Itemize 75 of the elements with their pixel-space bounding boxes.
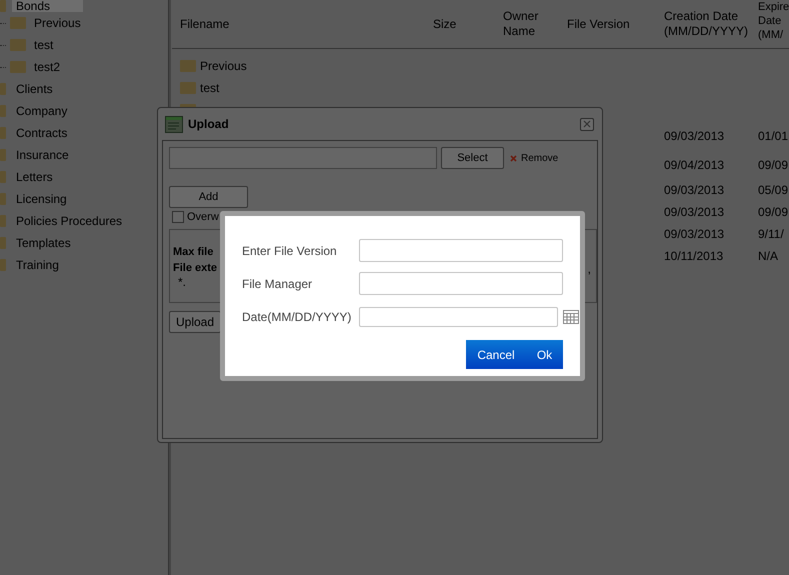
close-icon[interactable] bbox=[580, 118, 594, 130]
field-label: Enter File Version bbox=[242, 244, 338, 258]
sidebar-item[interactable]: Company bbox=[12, 105, 72, 117]
table-cell: 10/11/2013 bbox=[664, 249, 724, 263]
file-field[interactable] bbox=[169, 147, 437, 169]
field-label: File Manager bbox=[242, 276, 314, 290]
folder-icon bbox=[0, 193, 6, 205]
sidebar-item[interactable]: Previous bbox=[30, 17, 85, 29]
folder-icon bbox=[0, 149, 6, 161]
table-cell: 09/03/2013 bbox=[664, 227, 724, 241]
table-cell: 09/03/2013 bbox=[664, 128, 724, 142]
column-header[interactable]: Creation Date (MM/DD/YYYY) bbox=[656, 0, 754, 48]
folder-icon bbox=[180, 82, 196, 94]
table-cell: 09/04/2013 bbox=[664, 158, 724, 172]
upload-button[interactable]: Upload bbox=[169, 311, 221, 333]
sidebar-item[interactable]: Insurance bbox=[12, 149, 73, 161]
folder-icon bbox=[0, 83, 6, 95]
select-button[interactable]: Select bbox=[441, 147, 504, 169]
folder-icon bbox=[0, 171, 6, 183]
folder-icon bbox=[0, 215, 6, 227]
calendar-icon[interactable] bbox=[563, 310, 579, 324]
folder-icon bbox=[0, 127, 6, 139]
info-text: Max file bbox=[173, 245, 214, 260]
info-text: *. bbox=[177, 276, 186, 288]
folder-icon bbox=[10, 39, 26, 51]
folder-icon bbox=[0, 0, 6, 12]
sidebar-item[interactable]: Bonds bbox=[12, 0, 83, 12]
cancel-button[interactable]: Cancel bbox=[466, 340, 526, 369]
table-cell[interactable]: test bbox=[200, 81, 220, 95]
field-label: Date(MM/DD/YYYY) bbox=[242, 310, 352, 324]
sidebar-item[interactable]: Clients bbox=[12, 83, 57, 95]
date-field[interactable] bbox=[359, 306, 558, 326]
folder-icon bbox=[180, 60, 196, 72]
sidebar-item[interactable]: Templates bbox=[12, 237, 75, 249]
info-text: File exte bbox=[173, 261, 218, 276]
checkbox-label: Overw bbox=[187, 211, 219, 223]
table-cell: 09/09 bbox=[758, 205, 788, 219]
info-text: , bbox=[588, 262, 591, 276]
tree-connector bbox=[0, 44, 6, 46]
sidebar-item[interactable]: Policies Procedures bbox=[12, 215, 126, 227]
sidebar-item[interactable]: Licensing bbox=[12, 193, 71, 205]
text-field[interactable] bbox=[359, 272, 563, 295]
table-cell: 09/09 bbox=[758, 158, 788, 172]
sidebar-item[interactable]: Training bbox=[12, 259, 63, 271]
dialog-title: Upload bbox=[188, 117, 229, 131]
tree-connector bbox=[0, 66, 6, 68]
folder-icon bbox=[0, 259, 6, 271]
sidebar-item[interactable]: Contracts bbox=[12, 127, 72, 139]
column-header[interactable]: Expire Date (MM/ bbox=[754, 0, 789, 48]
column-header[interactable]: File Version bbox=[559, 0, 656, 48]
folder-icon bbox=[0, 237, 6, 249]
folder-icon bbox=[10, 17, 26, 29]
sidebar-item[interactable]: test bbox=[30, 39, 58, 51]
column-header[interactable]: Filename bbox=[172, 0, 425, 48]
table-cell[interactable]: Previous bbox=[200, 59, 247, 73]
table-cell: 09/03/2013 bbox=[664, 205, 724, 219]
text-field[interactable] bbox=[359, 239, 563, 262]
table-cell: N/A bbox=[758, 249, 778, 263]
ok-button[interactable]: Ok bbox=[526, 340, 563, 369]
table-cell: 9/11/ bbox=[758, 227, 784, 241]
column-header[interactable]: Size bbox=[425, 0, 495, 48]
sidebar-item[interactable]: Letters bbox=[12, 171, 57, 183]
sidebar-item[interactable]: test2 bbox=[30, 61, 64, 73]
table-cell: 09/03/2013 bbox=[664, 183, 724, 197]
folder-icon bbox=[0, 105, 6, 117]
folder-icon bbox=[10, 61, 26, 73]
add-button[interactable]: Add bbox=[169, 186, 248, 208]
table-cell: 05/09 bbox=[758, 183, 788, 197]
table-cell: 01/01 bbox=[758, 128, 788, 142]
remove-link[interactable]: Remove bbox=[521, 152, 558, 164]
overwrite-checkbox[interactable] bbox=[172, 211, 184, 223]
column-header[interactable]: Owner Name bbox=[495, 0, 559, 48]
window-icon bbox=[165, 116, 183, 132]
remove-icon bbox=[510, 154, 517, 162]
tree-connector bbox=[0, 22, 6, 24]
